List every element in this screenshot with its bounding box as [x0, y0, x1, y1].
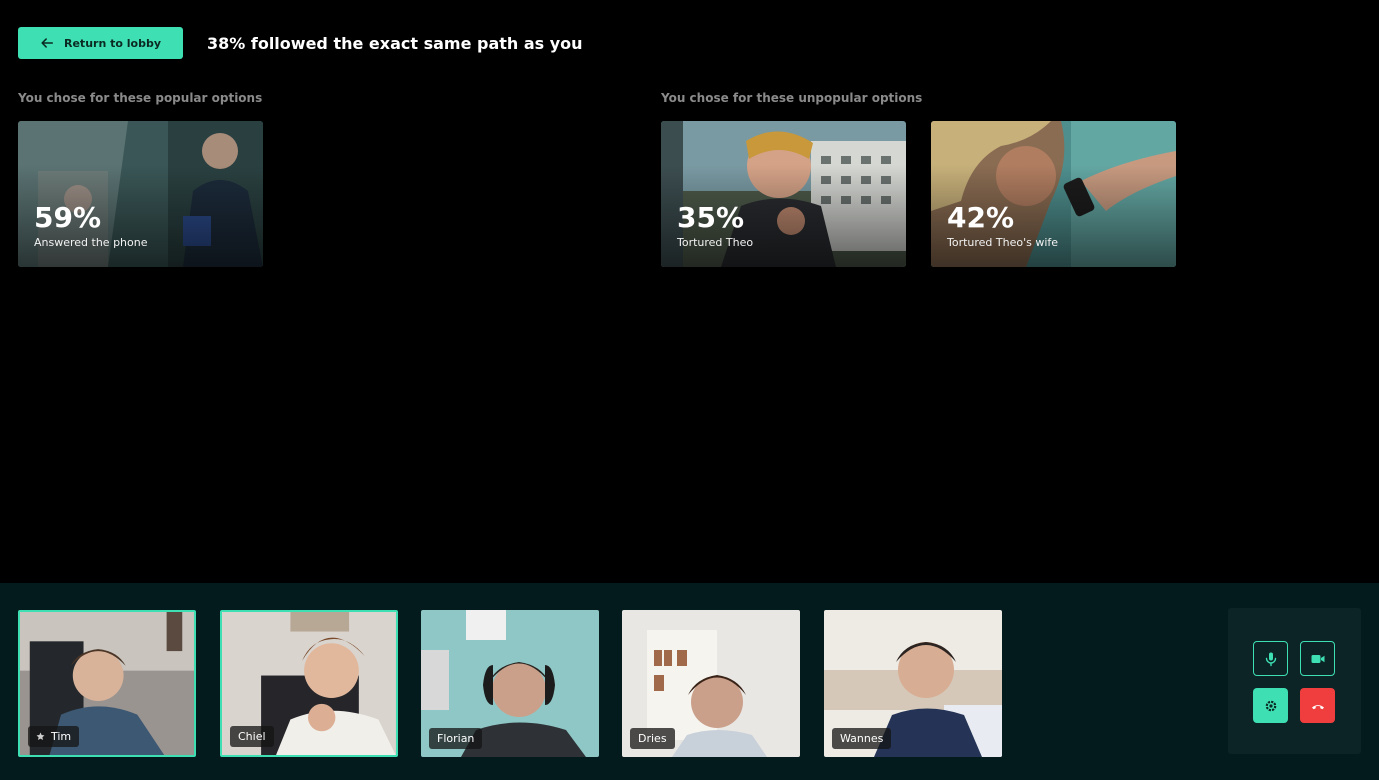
participant-name-badge: Chiel — [230, 726, 274, 747]
microphone-icon — [1265, 652, 1276, 666]
unpopular-options-label: You chose for these unpopular options — [661, 91, 923, 105]
option-caption: Tortured Theo's wife — [947, 236, 1059, 249]
participant-name-badge: Tim — [28, 726, 80, 747]
participant-name: Florian — [437, 732, 475, 745]
participant-name-badge: Florian — [429, 728, 483, 749]
hang-up-button[interactable] — [1300, 688, 1335, 723]
settings-icon — [1265, 700, 1276, 711]
participant-name-badge: Dries — [630, 728, 675, 749]
hang-up-icon — [1311, 704, 1324, 709]
participant-name: Chiel — [238, 730, 266, 743]
participant-tile[interactable]: Tim — [18, 610, 196, 757]
arrow-left-icon — [41, 38, 54, 48]
participant-tile[interactable]: Chiel — [220, 610, 398, 757]
camera-icon — [1311, 654, 1324, 663]
top-bar: Return to lobby 38% followed the exact s… — [18, 27, 583, 59]
participant-tile[interactable]: Dries — [622, 610, 800, 757]
option-caption: Tortured Theo — [677, 236, 754, 249]
settings-button[interactable] — [1253, 688, 1288, 723]
camera-button[interactable] — [1300, 641, 1335, 676]
return-to-lobby-label: Return to lobby — [64, 36, 161, 50]
participant-tile[interactable]: Florian — [421, 610, 599, 757]
option-percentage: 42% — [947, 201, 1015, 234]
popular-options-label: You chose for these popular options — [18, 91, 263, 105]
participant-name: Tim — [51, 730, 72, 743]
participant-name: Dries — [638, 732, 667, 745]
option-percentage: 59% — [34, 201, 102, 234]
participant-name-badge: Wannes — [832, 728, 892, 749]
participant-name: Wannes — [840, 732, 884, 745]
return-to-lobby-button[interactable]: Return to lobby — [18, 27, 183, 59]
star-icon — [36, 732, 45, 741]
popular-option-card[interactable]: 59% Answered the phone — [18, 121, 263, 267]
participant-tile[interactable]: Wannes — [824, 610, 1002, 757]
option-caption: Answered the phone — [34, 236, 148, 249]
mute-button[interactable] — [1253, 641, 1288, 676]
path-summary-headline: 38% followed the exact same path as you — [207, 33, 583, 53]
call-controls — [1228, 608, 1361, 754]
unpopular-option-card[interactable]: 35% Tortured Theo — [661, 121, 906, 267]
option-percentage: 35% — [677, 201, 745, 234]
unpopular-option-card[interactable]: 42% Tortured Theo's wife — [931, 121, 1176, 267]
participants-bar: Tim Chiel Florian Dries Wannes — [0, 583, 1379, 780]
